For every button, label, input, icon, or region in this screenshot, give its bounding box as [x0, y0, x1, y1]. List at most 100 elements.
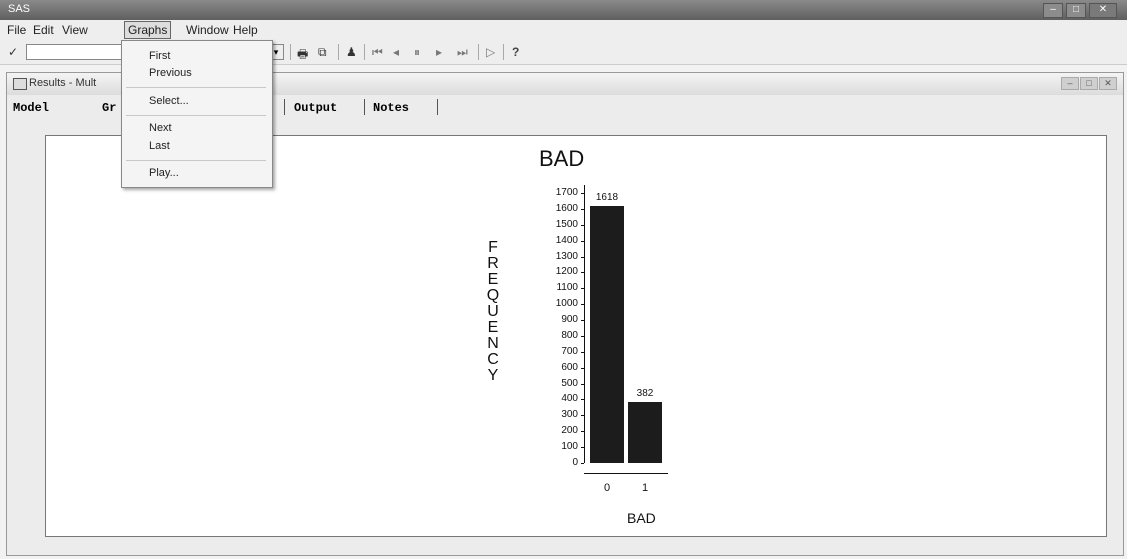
- tab-separator: [364, 99, 365, 115]
- results-minimize-icon[interactable]: –: [1061, 77, 1079, 90]
- y-tick-mark: [581, 447, 584, 449]
- y-tick-label: 500: [561, 377, 578, 389]
- pause-icon[interactable]: ⏸: [414, 45, 420, 60]
- submit-check-icon[interactable]: ✓: [8, 45, 18, 59]
- menu-bar: File Edit View Graphs Window Help: [0, 20, 1127, 40]
- y-tick-mark: [581, 272, 584, 274]
- y-axis-label-letter: F: [488, 239, 498, 256]
- y-axis-label-letter: Q: [486, 287, 500, 304]
- first-graph-icon[interactable]: ⏮: [372, 45, 383, 60]
- print-icon[interactable]: 🖶: [297, 45, 308, 66]
- menu-separator: [126, 160, 266, 161]
- menu-help[interactable]: Help: [230, 23, 261, 37]
- y-tick-label: 1600: [555, 202, 578, 214]
- y-tick-mark: [581, 399, 584, 401]
- command-input[interactable]: [26, 44, 128, 60]
- x-axis-label: BAD: [627, 510, 656, 526]
- y-axis-label-letter: U: [487, 303, 499, 320]
- tab-model[interactable]: Model: [13, 101, 49, 115]
- x-tick-label: 0: [603, 482, 611, 494]
- toolbar-separator: [364, 44, 365, 60]
- bar: [628, 402, 662, 463]
- app-title: SAS: [8, 3, 31, 15]
- y-tick-label: 300: [561, 409, 578, 421]
- y-tick-label: 800: [561, 329, 578, 341]
- close-icon[interactable]: ✕: [1089, 3, 1117, 18]
- chart-title: BAD: [539, 146, 585, 171]
- y-axis-label-letter: Y: [487, 367, 499, 384]
- graph-canvas: BAD FREQUENCY BAD 0 100 200 300 400 500 600 700…: [45, 135, 1107, 537]
- y-tick-mark: [581, 208, 584, 210]
- copy-icon[interactable]: ⧉: [318, 45, 327, 60]
- y-tick-mark: [581, 320, 584, 322]
- y-tick-mark: [581, 463, 584, 464]
- y-tick-mark: [581, 383, 584, 385]
- menu-item-next[interactable]: Next: [149, 122, 172, 134]
- y-tick-label: 1300: [555, 250, 578, 262]
- y-axis-label-letter: R: [487, 255, 499, 272]
- help-icon[interactable]: ?: [512, 45, 519, 59]
- x-tick-label: 1: [641, 482, 649, 494]
- toolbar-separator: [338, 44, 339, 60]
- tab-graphs[interactable]: Gr: [102, 101, 116, 115]
- y-tick-label: 1200: [555, 266, 578, 278]
- menu-graphs[interactable]: Graphs: [124, 21, 172, 39]
- y-tick-mark: [581, 193, 584, 194]
- menu-item-previous[interactable]: Previous: [149, 67, 192, 79]
- maximize-icon[interactable]: □: [1066, 3, 1086, 18]
- y-tick-label: 700: [561, 345, 578, 357]
- y-axis-line: [584, 185, 585, 463]
- y-tick-label: 0: [572, 457, 578, 468]
- y-tick-label: 200: [561, 425, 578, 437]
- menu-separator: [126, 87, 266, 88]
- y-axis-label-letter: E: [487, 319, 499, 336]
- tab-separator: [437, 99, 438, 115]
- minimize-icon[interactable]: –: [1043, 3, 1063, 18]
- y-tick-label: 1000: [555, 298, 578, 310]
- next-graph-icon[interactable]: ▸: [436, 45, 442, 59]
- y-tick-label: 100: [561, 441, 578, 453]
- results-title: Results - Mult: [29, 77, 97, 89]
- graphs-dropdown-menu: First Previous Select... Next Last Play.…: [121, 40, 273, 188]
- menu-item-last[interactable]: Last: [149, 140, 170, 152]
- y-tick-mark: [581, 224, 584, 226]
- y-tick-label: 1500: [555, 218, 578, 230]
- y-axis-label: FREQUENCY: [486, 240, 500, 384]
- last-graph-icon[interactable]: ⏭: [457, 45, 468, 60]
- results-maximize-icon[interactable]: □: [1080, 77, 1098, 90]
- tab-separator: [284, 99, 285, 115]
- menu-window[interactable]: Window: [183, 23, 232, 37]
- x-axis-line: [584, 473, 668, 474]
- y-tick-mark: [581, 256, 584, 258]
- y-tick-mark: [581, 304, 584, 306]
- y-tick-label: 1400: [555, 234, 578, 246]
- menu-view[interactable]: View: [59, 23, 91, 37]
- y-tick-mark: [581, 335, 584, 337]
- menu-item-play[interactable]: Play...: [149, 167, 179, 179]
- bar-data-label: 382: [636, 388, 654, 400]
- y-tick-label: 1100: [556, 282, 578, 294]
- results-close-icon[interactable]: ✕: [1099, 77, 1117, 90]
- bar: [590, 206, 624, 463]
- previous-graph-icon[interactable]: ◂: [393, 45, 399, 59]
- toolbar-separator: [478, 44, 479, 60]
- tab-notes[interactable]: Notes: [373, 101, 409, 115]
- y-axis-label-letter: C: [487, 351, 499, 368]
- menu-file[interactable]: File: [4, 23, 29, 37]
- person-icon[interactable]: ♟: [346, 45, 357, 59]
- y-tick-mark: [581, 240, 584, 242]
- toolbar-separator: [290, 44, 291, 60]
- y-axis-label-letter: N: [487, 335, 499, 352]
- y-tick-label: 900: [561, 314, 578, 326]
- y-tick-mark: [581, 415, 584, 417]
- menu-separator: [126, 115, 266, 116]
- y-tick-mark: [581, 367, 584, 369]
- y-tick-mark: [581, 288, 584, 290]
- y-tick-label: 1700: [555, 187, 578, 198]
- menu-edit[interactable]: Edit: [30, 23, 57, 37]
- tab-output[interactable]: Output: [294, 101, 337, 115]
- play-icon[interactable]: ▷: [486, 45, 495, 59]
- y-tick-mark: [581, 431, 584, 433]
- menu-item-select[interactable]: Select...: [149, 95, 189, 107]
- menu-item-first[interactable]: First: [149, 50, 170, 62]
